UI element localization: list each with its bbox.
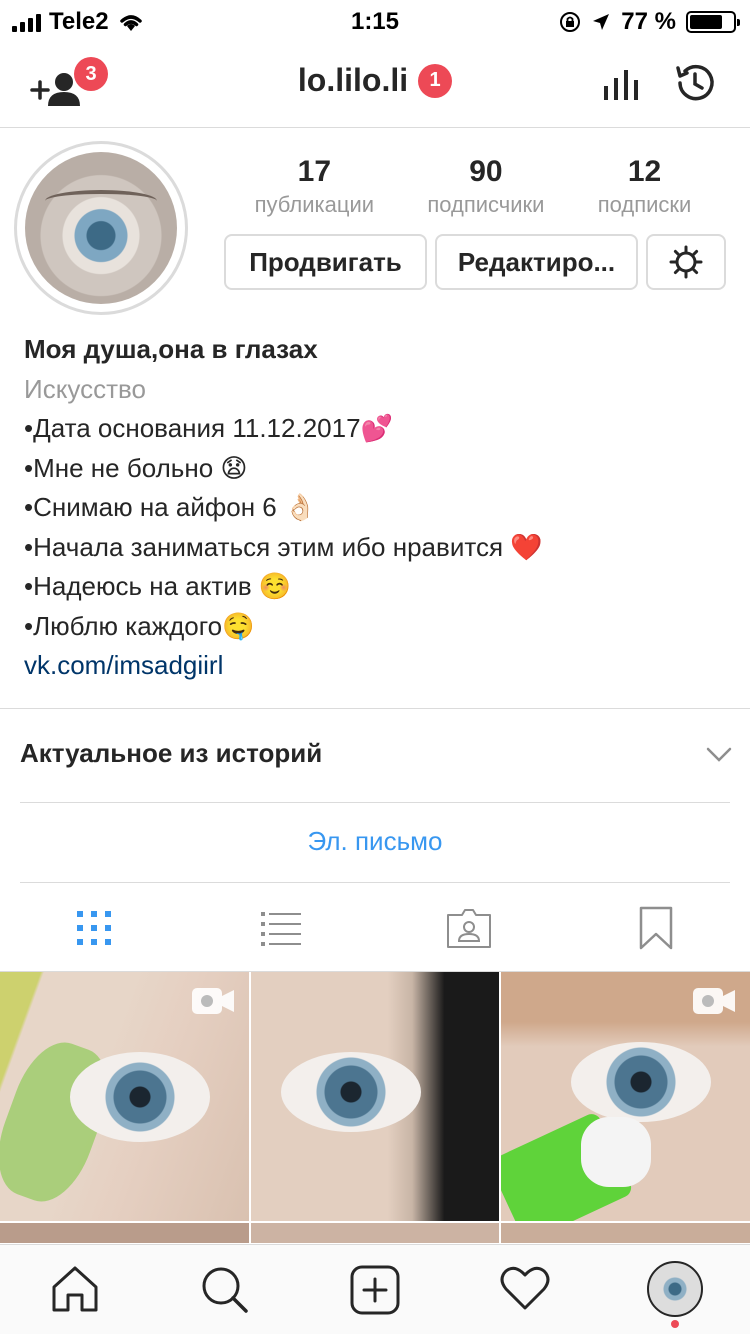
email-button[interactable]: Эл. письмо <box>0 826 750 857</box>
username-label: lo.lilo.li <box>297 62 409 98</box>
rotation-lock-icon <box>560 12 581 32</box>
title-wrap: lo.lilo.li 1 <box>297 62 453 99</box>
nav-activity[interactable] <box>500 1265 550 1316</box>
insights-icon[interactable] <box>602 66 638 102</box>
saved-icon <box>640 906 673 949</box>
battery-percent: 77 % <box>621 8 676 35</box>
gear-icon <box>669 245 703 279</box>
chevron-down-icon[interactable] <box>706 746 732 764</box>
post-thumbnail[interactable] <box>501 972 750 1221</box>
profile-avatar-icon <box>647 1261 703 1317</box>
count-label: подписки <box>597 192 692 217</box>
count-number: 90 <box>469 155 503 188</box>
following-count[interactable]: 12 подписки <box>598 152 692 218</box>
profile-bio: Моя душа,она в глазах Искусство •Дата ос… <box>24 330 724 686</box>
bio-link[interactable]: vk.com/imsadgiirl <box>24 646 724 686</box>
posts-count[interactable]: 17 публикации <box>255 152 374 218</box>
story-highlights-label[interactable]: Актуальное из историй <box>20 738 322 769</box>
posts-grid <box>0 972 750 1243</box>
video-icon <box>693 988 735 1014</box>
bio-line: •Надеюсь на актив ☺️ <box>24 571 292 601</box>
bio-line: •Дата основания 11.12.2017💕 <box>24 413 393 443</box>
tab-grid[interactable] <box>0 884 188 971</box>
status-bar: Tele2 1:15 77 % <box>0 0 750 40</box>
video-icon <box>192 988 234 1014</box>
photo-detail <box>581 1117 651 1187</box>
post-thumbnail[interactable] <box>251 972 499 1221</box>
heart-icon <box>500 1266 550 1310</box>
grid-icon <box>76 910 111 945</box>
post-thumbnail[interactable] <box>0 1223 249 1243</box>
status-right: 77 % <box>559 8 740 36</box>
search-icon <box>202 1267 248 1313</box>
history-icon[interactable] <box>672 60 718 106</box>
activity-dot <box>671 1320 679 1328</box>
battery-icon <box>686 11 740 33</box>
divider <box>20 802 730 803</box>
promote-button[interactable]: Продвигать <box>224 234 427 290</box>
bio-line: •Снимаю на айфон 6 👌🏻 <box>24 492 317 522</box>
list-icon <box>261 911 302 946</box>
bottom-navigation <box>0 1244 750 1334</box>
nav-profile[interactable] <box>647 1261 703 1317</box>
plus-square-icon <box>350 1265 400 1315</box>
profile-counts: 17 публикации 90 подписчики 12 подписки <box>228 152 718 218</box>
post-thumbnail[interactable] <box>501 1223 750 1243</box>
count-label: публикации <box>254 192 375 217</box>
photo-detail <box>281 1052 421 1132</box>
nav-new-post[interactable] <box>350 1265 400 1320</box>
nav-home[interactable] <box>50 1265 100 1318</box>
edit-profile-button[interactable]: Редактиро... <box>435 234 638 290</box>
tab-saved[interactable] <box>563 884 750 971</box>
post-thumbnail[interactable] <box>251 1223 499 1243</box>
divider <box>0 708 750 709</box>
nav-search[interactable] <box>200 1265 250 1320</box>
profile-header: 3 lo.lilo.li 1 <box>0 40 750 128</box>
notifications-badge: 1 <box>418 63 453 98</box>
count-label: подписчики <box>427 192 545 217</box>
bio-name: Моя душа,она в глазах <box>24 334 318 364</box>
post-thumbnail[interactable] <box>0 972 249 1221</box>
photo-detail <box>571 1042 711 1122</box>
avatar-image <box>25 152 177 304</box>
tab-list[interactable] <box>188 884 376 971</box>
tab-tagged[interactable] <box>375 884 563 971</box>
tagged-icon <box>446 908 491 948</box>
count-number: 12 <box>627 155 662 188</box>
followers-count[interactable]: 90 подписчики <box>427 152 544 218</box>
location-icon <box>593 14 610 30</box>
photo-detail <box>70 1052 210 1142</box>
profile-tabs <box>0 884 750 972</box>
bio-line: •Люблю каждого🤤 <box>24 610 255 641</box>
battery-fill <box>690 15 723 29</box>
bio-category: Искусство <box>24 373 146 404</box>
settings-button[interactable] <box>646 234 726 290</box>
bio-line: •Начала заниматься этим ибо нравится ❤️ <box>24 531 543 562</box>
bio-line: •Мне не больно 😧 <box>24 452 248 483</box>
profile-avatar[interactable] <box>14 141 188 315</box>
home-icon <box>52 1266 98 1312</box>
count-number: 17 <box>297 155 332 188</box>
divider <box>20 882 730 883</box>
